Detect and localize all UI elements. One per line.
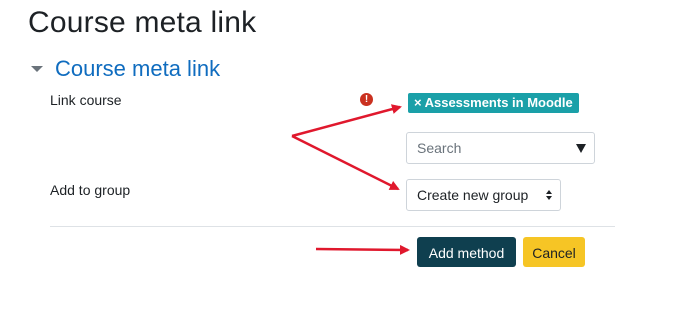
annotation-arrow-to-add-method — [315, 244, 410, 255]
annotation-arrows — [291, 104, 410, 255]
annotation-arrow-to-tag — [291, 104, 402, 138]
annotation-arrow-to-group-select — [291, 134, 400, 191]
